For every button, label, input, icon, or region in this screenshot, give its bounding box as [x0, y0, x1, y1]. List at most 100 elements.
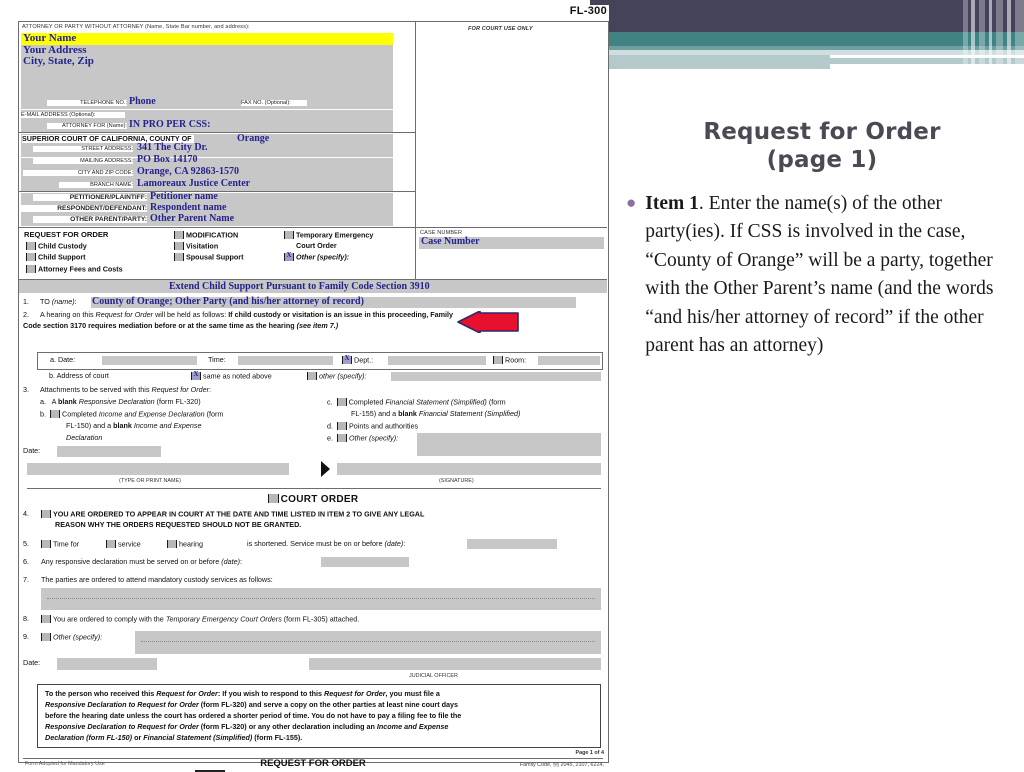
checkbox-item3c[interactable] — [336, 398, 347, 406]
hearing-other-fill[interactable] — [391, 372, 601, 381]
item3a-row: a. A blank Responsive Declaration (form … — [40, 397, 201, 406]
rfo-option-other[interactable]: Other (specify): — [284, 252, 349, 262]
rfo-option-spousal-support-label: Spousal Support — [186, 252, 244, 262]
page-title: Request for Order (page 1) — [630, 118, 1014, 174]
rfo-option-spousal-support[interactable]: Spousal Support — [174, 253, 244, 262]
item3e-fill[interactable] — [417, 433, 601, 444]
judicial-officer-fill[interactable] — [309, 658, 601, 670]
checkbox-court-order[interactable] — [267, 494, 279, 503]
checkbox-item3e[interactable] — [337, 434, 347, 442]
item6-text: Any responsive declaration must be serve… — [41, 557, 242, 566]
item5-number: 5. — [23, 539, 29, 548]
form-outer-border: ATTORNEY OR PARTY WITHOUT ATTORNEY (Name… — [18, 21, 609, 772]
item3e-fill-2[interactable] — [417, 444, 601, 456]
bullet-item-text: Item 1. Enter the name(s) of the other p… — [645, 190, 1024, 361]
extend-specify-value: Extend Child Support Pursuant to Family … — [169, 281, 430, 292]
hearing-address-label: b. Address of court — [49, 371, 109, 380]
notice-line-3: before the hearing date unless the court… — [45, 710, 462, 720]
checkbox-item3b[interactable] — [50, 410, 60, 418]
rfo-option-temp-emergency[interactable]: Temporary Emergency — [284, 231, 373, 240]
checkbox-temporary-emergency[interactable] — [284, 231, 294, 239]
item5-row[interactable]: Time for — [41, 540, 79, 549]
hearing-dept-group[interactable]: Dept.: — [342, 355, 373, 365]
item5-service-group[interactable]: service — [106, 540, 141, 549]
rfo-option-temp-emergency-label-l1: Temporary Emergency — [296, 230, 374, 240]
rfo-option-visitation-label: Visitation — [186, 241, 219, 251]
banner-vstripe-4 — [989, 0, 992, 72]
banner-vstripe-7 — [1015, 0, 1024, 72]
checkbox-dept[interactable] — [342, 355, 352, 364]
item3b-row[interactable]: b. Completed Income and Expense Declarat… — [40, 410, 223, 419]
checkbox-item5-service[interactable] — [106, 540, 116, 548]
rfo-option-temp-emergency-label-l2: Court Order — [296, 241, 337, 250]
hearing-other-group[interactable]: other (specify): — [307, 372, 367, 381]
city-zip-label: CITY AND ZIP CODE: — [23, 170, 133, 177]
item2-number: 2. — [23, 310, 29, 319]
print-name-fill[interactable] — [27, 463, 289, 475]
type-print-name-label: (TYPE OR PRINT NAME) — [119, 478, 181, 484]
item5-tail: is shortened. Service must be on or befo… — [247, 539, 406, 548]
date-label-2: Date: — [23, 658, 41, 667]
rfo-option-child-custody[interactable]: Child Custody — [26, 242, 87, 251]
item6-date-fill[interactable] — [321, 557, 409, 567]
rfo-option-modification[interactable]: MODIFICATION — [174, 231, 238, 240]
signature-fill[interactable] — [337, 463, 601, 475]
hearing-details-box: a. Date: Time: Dept.: Room: — [37, 352, 603, 370]
checkbox-room[interactable] — [493, 356, 503, 364]
rfo-option-child-support[interactable]: Child Support — [26, 253, 86, 262]
banner-white-line — [830, 55, 1024, 58]
item9-fill-2[interactable] — [135, 642, 601, 654]
rfo-option-child-custody-label: Child Custody — [38, 241, 87, 251]
date-fill-2[interactable] — [57, 658, 157, 670]
item4-row[interactable]: YOU ARE ORDERED TO APPEAR IN COURT AT TH… — [41, 510, 424, 519]
petitioner-label: PETITIONER/PLAINTIFF: — [33, 194, 147, 202]
hearing-same-group[interactable]: same as noted above — [191, 371, 272, 381]
hearing-time-fill[interactable] — [238, 356, 333, 365]
checkbox-item8[interactable] — [41, 615, 51, 623]
checkbox-modification[interactable] — [174, 231, 184, 239]
banner-vstripe-1 — [963, 0, 968, 72]
item7-fill[interactable] — [41, 588, 601, 610]
banner-vstripe-3 — [979, 0, 985, 72]
checkbox-child-support[interactable] — [26, 253, 36, 261]
bullet-marker-icon: ● — [626, 193, 637, 212]
checkbox-attorney-fees[interactable] — [26, 265, 36, 273]
banner-band-blue-short — [590, 64, 830, 69]
checkbox-address-other[interactable] — [307, 372, 317, 380]
checkbox-visitation[interactable] — [174, 242, 184, 250]
checkbox-item5[interactable] — [41, 540, 51, 548]
item9-number: 9. — [23, 632, 29, 641]
item3e-row[interactable]: e. Other (specify): — [327, 434, 398, 443]
red-arrow-annotation-icon — [457, 311, 519, 333]
banner-band-teal — [590, 32, 1024, 46]
item5-hearing-group[interactable]: hearing — [167, 540, 203, 549]
rfo-option-attorney-fees[interactable]: Attorney Fees and Costs — [26, 265, 123, 274]
checkbox-item5-hearing[interactable] — [167, 540, 177, 548]
rfo-option-visitation[interactable]: Visitation — [174, 242, 218, 251]
notice-line-4: Responsive Declaration to Request for Or… — [45, 721, 449, 731]
date-fill-1[interactable] — [57, 446, 161, 457]
telephone-label: TELEPHONE NO.: — [47, 100, 127, 107]
checkbox-child-custody[interactable] — [26, 242, 36, 250]
item3b-line2: FL-150) and a blank Income and Expense — [66, 421, 202, 430]
fax-label: FAX NO. (Optional): — [241, 100, 307, 107]
petitioner-value: Petitioner name — [150, 191, 218, 202]
hearing-room-group[interactable]: Room: — [493, 356, 526, 365]
item9-row[interactable]: Other (specify): — [41, 633, 102, 642]
checkbox-spousal-support[interactable] — [174, 253, 184, 261]
hearing-date-fill[interactable] — [102, 356, 197, 365]
checkbox-item3d[interactable] — [337, 422, 347, 430]
rfo-option-modification-label: MODIFICATION — [186, 230, 239, 240]
item8-row[interactable]: You are ordered to comply with the Tempo… — [41, 615, 359, 624]
hearing-dept-fill[interactable] — [388, 356, 486, 365]
checkbox-other-specify[interactable] — [284, 252, 294, 261]
item3c-row[interactable]: c. Completed Financial Statement (Simpli… — [327, 398, 506, 407]
rfo-option-child-support-label: Child Support — [38, 252, 86, 262]
checkbox-same-as-noted-above[interactable] — [191, 371, 201, 380]
county-value: Orange — [237, 133, 270, 144]
checkbox-item4[interactable] — [41, 510, 51, 518]
hearing-room-fill[interactable] — [538, 356, 600, 365]
item3d-row[interactable]: d. Points and authorities — [327, 422, 418, 431]
item5-date-fill[interactable] — [467, 539, 557, 549]
checkbox-item9[interactable] — [41, 633, 51, 641]
